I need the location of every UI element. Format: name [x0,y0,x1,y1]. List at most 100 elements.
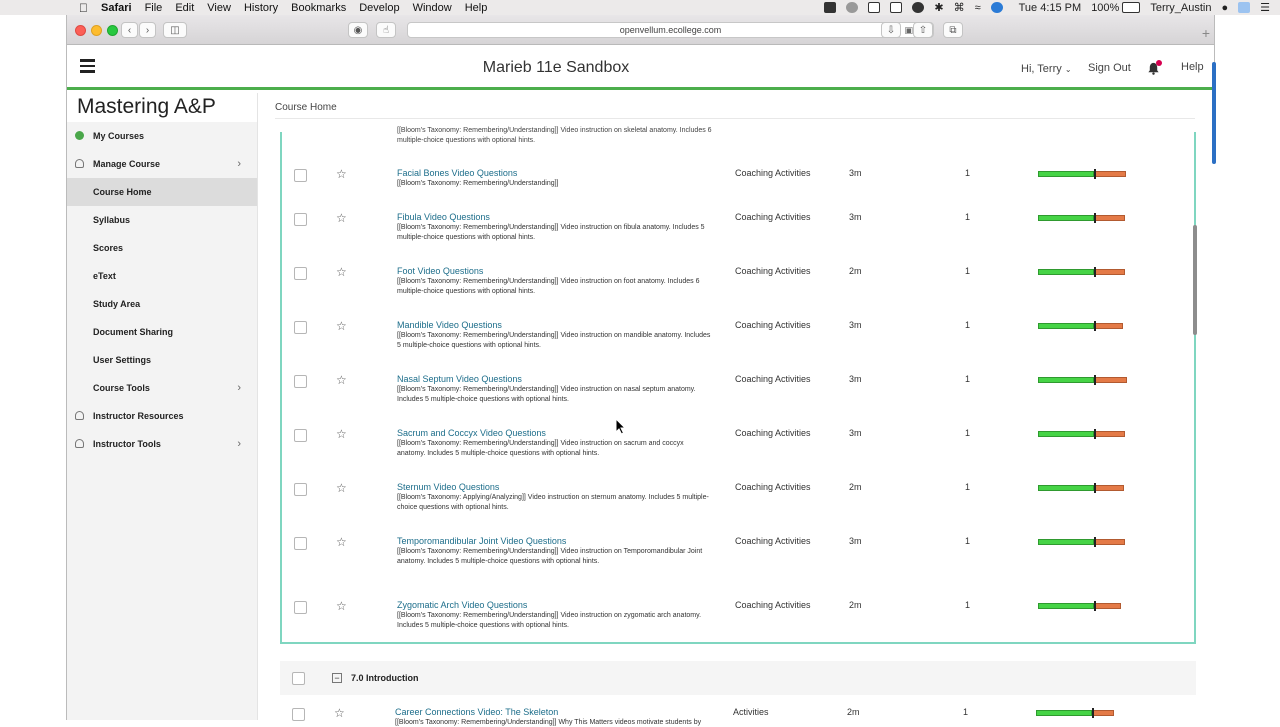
extension-button[interactable]: ◉ [348,22,368,38]
assignment-count: 1 [965,374,971,384]
row-checkbox[interactable] [294,483,307,496]
sidebar-item-document-sharing[interactable]: Document Sharing [67,318,257,346]
maximize-window-button[interactable] [107,25,118,36]
reader-icon[interactable]: ▣ [904,23,913,38]
row-checkbox[interactable] [294,169,307,182]
assignment-time: 3m [849,536,862,546]
menu-help[interactable]: Help [465,2,488,14]
help-link[interactable]: Help [1181,61,1204,73]
forward-button[interactable]: › [139,22,156,38]
assignment-title-link[interactable]: Temporomandibular Joint Video Questions [397,536,566,546]
section-checkbox[interactable] [292,672,305,685]
sidebar-toggle-button[interactable]: ◫ [163,22,187,38]
status-icon[interactable] [824,2,837,13]
close-window-button[interactable] [75,25,86,36]
clock-icon[interactable] [912,2,925,13]
battery-percent[interactable]: 100% [1091,2,1119,14]
star-icon[interactable]: ☆ [336,266,347,278]
row-checkbox[interactable] [294,213,307,226]
star-icon[interactable]: ☆ [336,600,347,612]
sidebar-item-user-settings[interactable]: User Settings [67,346,257,374]
user-icon[interactable]: ● [1221,2,1228,14]
row-checkbox[interactable] [294,537,307,550]
sidebar-item-study-area[interactable]: Study Area [67,290,257,318]
sidebar-item-scores[interactable]: Scores [67,234,257,262]
assignment-title-link[interactable]: Sternum Video Questions [397,482,499,492]
sidebar-item-course-home[interactable]: Course Home [67,178,257,206]
notification-center-icon[interactable]: ☰ [1260,1,1270,14]
menu-app[interactable]: Safari [101,2,132,14]
tabs-icon: ⧉ [949,24,957,36]
difficulty-bar [1038,601,1128,611]
sidebar-item-instructor-resources[interactable]: Instructor Resources [67,402,257,430]
row-checkbox[interactable] [294,429,307,442]
assignment-title-link[interactable]: Mandible Video Questions [397,320,502,330]
star-icon[interactable]: ☆ [336,536,347,548]
tabs-button[interactable]: ⧉ [943,22,963,38]
minimize-window-button[interactable] [91,25,102,36]
downloads-button[interactable]: ⇩ [881,22,901,38]
sidebar-item-manage-course[interactable]: Manage Course › [67,150,257,178]
sign-out-link[interactable]: Sign Out [1088,62,1131,74]
menu-user[interactable]: Terry_Austin [1150,2,1211,14]
row-checkbox[interactable] [294,375,307,388]
assignment-title-link[interactable]: Nasal Septum Video Questions [397,374,522,384]
row-checkbox[interactable] [292,708,305,721]
star-icon[interactable]: ☆ [336,428,347,440]
status-icon[interactable] [868,2,881,13]
user-menu[interactable]: Hi, Terry ⌄ [1021,63,1072,75]
status-icon[interactable] [890,2,903,13]
assignment-title-link[interactable]: Foot Video Questions [397,266,483,276]
address-bar[interactable]: openvellum.ecollege.com ▣ ↻ [407,22,934,38]
star-icon[interactable]: ☆ [336,482,347,494]
command-icon[interactable]: ⌘ [954,1,965,14]
wifi-icon[interactable]: ≈ [975,2,981,14]
scrollbar-thumb[interactable] [1193,225,1197,335]
extension-button[interactable]: ☝ [376,22,396,38]
menu-view[interactable]: View [207,2,231,14]
difficulty-easy-segment [1036,710,1092,716]
collapse-icon[interactable]: − [332,673,342,683]
grammarly-icon: ◉ [353,24,363,36]
menu-file[interactable]: File [145,2,163,14]
assignment-title-link[interactable]: Zygomatic Arch Video Questions [397,600,527,610]
sidebar-item-etext[interactable]: eText [67,262,257,290]
assignment-title-link[interactable]: Fibula Video Questions [397,212,490,222]
star-icon[interactable]: ☆ [336,320,347,332]
apple-icon[interactable]:  [79,1,89,15]
menu-history[interactable]: History [244,2,278,14]
difficulty-hard-segment [1094,431,1125,437]
difficulty-bar [1038,169,1128,179]
assignment-title-link[interactable]: Sacrum and Coccyx Video Questions [397,428,546,438]
menu-develop[interactable]: Develop [359,2,399,14]
window-edge-indicator [1212,62,1216,164]
menu-clock[interactable]: Tue 4:15 PM [1019,2,1082,14]
sidebar-item-syllabus[interactable]: Syllabus [67,206,257,234]
menu-window[interactable]: Window [413,2,452,14]
menu-edit[interactable]: Edit [175,2,194,14]
new-tab-icon[interactable]: + [1202,25,1210,41]
assignment-title-link[interactable]: Career Connections Video: The Skeleton [395,707,558,717]
breadcrumb[interactable]: Course Home [275,102,337,113]
star-icon[interactable]: ☆ [336,168,347,180]
row-checkbox[interactable] [294,321,307,334]
sidebar-item-my-courses[interactable]: My Courses [67,122,257,150]
siri-icon[interactable] [990,2,1003,13]
sidebar-item-instructor-tools[interactable]: Instructor Tools › [67,430,257,458]
row-checkbox[interactable] [294,601,307,614]
row-checkbox[interactable] [294,267,307,280]
bluetooth-icon[interactable]: ✱ [934,1,943,14]
section-header[interactable]: − 7.0 Introduction [280,661,1196,695]
star-icon[interactable]: ☆ [336,212,347,224]
assignment-title-link[interactable]: Facial Bones Video Questions [397,168,517,178]
share-button[interactable]: ⇧ [913,22,933,38]
battery-icon[interactable] [1122,2,1141,13]
star-icon[interactable]: ☆ [334,707,345,719]
star-icon[interactable]: ☆ [336,374,347,386]
status-icon[interactable] [846,2,859,13]
menu-bookmarks[interactable]: Bookmarks [291,2,346,14]
spotlight-icon[interactable] [1238,2,1251,13]
back-button[interactable]: ‹ [121,22,138,38]
sidebar-item-label: Instructor Resources [93,411,184,421]
sidebar-item-course-tools[interactable]: Course Tools › [67,374,257,402]
